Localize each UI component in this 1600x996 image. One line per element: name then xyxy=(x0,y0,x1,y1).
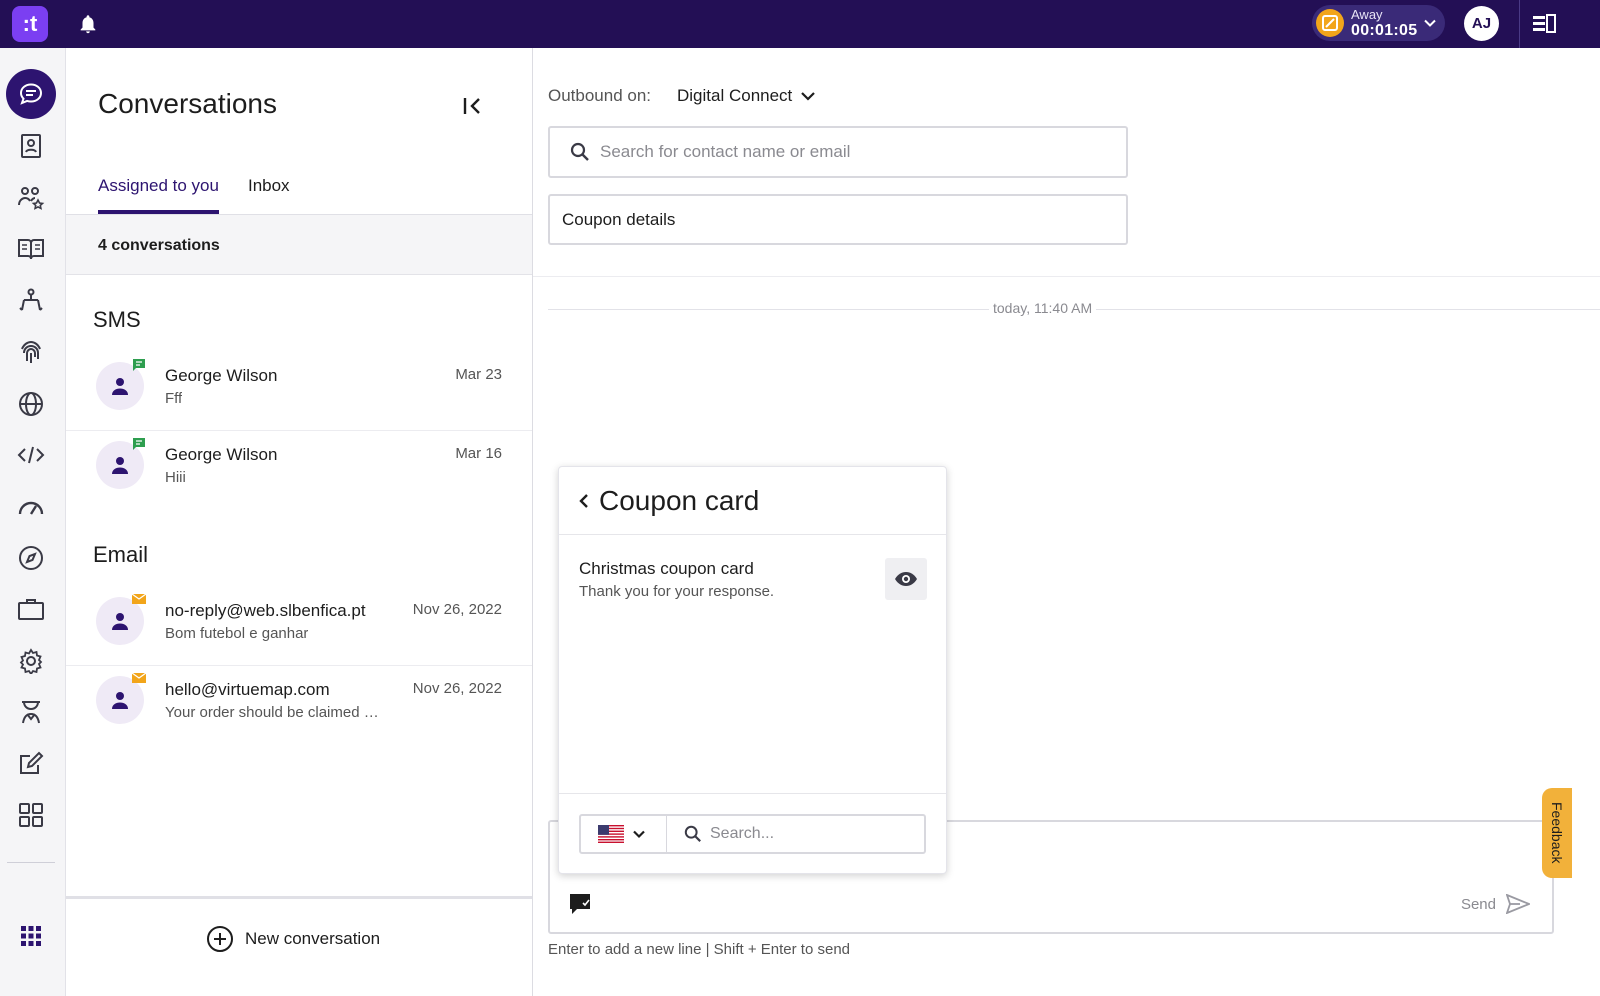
conversation-count: 4 conversations xyxy=(98,237,220,254)
conversation-date: Mar 23 xyxy=(455,366,502,383)
fingerprint-icon[interactable] xyxy=(6,328,56,376)
contact-search-input[interactable] xyxy=(600,142,1100,162)
new-conversation-bar: New conversation xyxy=(66,896,532,996)
coupon-item-title[interactable]: Christmas coupon card xyxy=(579,559,754,579)
message-timestamp: today, 11:40 AM xyxy=(989,300,1097,316)
chevron-left-icon[interactable] xyxy=(577,492,591,510)
edit-icon[interactable] xyxy=(6,740,56,788)
contact-name: no-reply@web.slbenfica.pt xyxy=(165,601,366,620)
nav-conversations[interactable] xyxy=(6,69,56,119)
coupon-search-field[interactable] xyxy=(666,814,926,854)
message-preview: Bom futebol e ganhar xyxy=(165,625,309,642)
contact-search-field[interactable] xyxy=(548,126,1128,178)
coupon-search-input[interactable] xyxy=(710,825,910,843)
bell-icon[interactable] xyxy=(77,12,99,36)
chevron-down-icon xyxy=(1423,16,1437,30)
feedback-label: Feedback xyxy=(1549,802,1565,864)
status-timer: 00:01:05 xyxy=(1351,21,1418,39)
collapse-panel-icon[interactable] xyxy=(461,94,485,118)
page-title: Conversations xyxy=(98,88,277,119)
knowledge-book-icon[interactable] xyxy=(6,225,56,273)
contact-name: George Wilson xyxy=(165,445,278,464)
us-flag-icon xyxy=(598,825,624,843)
gear-icon[interactable] xyxy=(6,637,56,685)
briefcase-icon[interactable] xyxy=(6,585,56,633)
coupon-card-popup: Coupon card Christmas coupon card Thank … xyxy=(558,466,947,874)
canned-response-icon[interactable] xyxy=(568,892,592,916)
conversation-row[interactable]: no-reply@web.slbenfica.pt Bom futebol e … xyxy=(66,587,532,666)
coupon-card-footer xyxy=(559,793,946,873)
outbound-label: Outbound on: xyxy=(548,86,652,105)
conversation-date: Nov 26, 2022 xyxy=(412,680,502,697)
agent-icon[interactable] xyxy=(6,688,56,736)
message-compose-area: Outbound on: Digital Connect today, 11:4… xyxy=(533,48,1600,996)
apps-grid-icon[interactable] xyxy=(6,912,56,960)
sms-channel-icon xyxy=(132,358,146,372)
search-icon xyxy=(570,142,589,161)
conversations-icon xyxy=(6,69,56,119)
message-preview: Hiii xyxy=(165,469,186,486)
send-label: Send xyxy=(1460,895,1496,913)
message-preview: Fff xyxy=(165,390,183,407)
app-logo[interactable]: :t xyxy=(12,6,48,42)
locale-select[interactable] xyxy=(579,814,667,854)
team-star-icon[interactable] xyxy=(6,174,56,222)
email-channel-icon xyxy=(132,672,146,684)
compass-icon[interactable] xyxy=(6,534,56,582)
new-conversation-label: New conversation xyxy=(245,929,381,948)
preview-coupon-button[interactable] xyxy=(885,558,927,600)
subject-field[interactable] xyxy=(548,194,1128,245)
conversation-date: Mar 16 xyxy=(455,445,502,462)
left-nav-rail xyxy=(0,48,66,996)
speedometer-icon[interactable] xyxy=(6,482,56,530)
user-avatar[interactable]: AJ xyxy=(1464,6,1499,41)
section-heading-sms: SMS xyxy=(93,307,141,332)
plus-circle-icon xyxy=(207,926,233,952)
conversation-row[interactable]: George Wilson Fff Mar 23 xyxy=(66,352,532,431)
conversation-count-bar: 4 conversations xyxy=(66,215,532,275)
outbound-channel-value: Digital Connect xyxy=(677,86,793,105)
topbar-divider xyxy=(1519,0,1520,48)
search-icon xyxy=(684,825,701,842)
message-preview: Your order should be claimed today xyxy=(165,704,381,721)
side-panel-toggle-icon[interactable] xyxy=(1531,12,1557,36)
dashboard-grid-icon[interactable] xyxy=(6,791,56,839)
conversation-tabs: Assigned to you Inbox xyxy=(98,176,319,214)
header-divider xyxy=(533,276,1600,277)
section-heading-email: Email xyxy=(93,542,149,567)
tab-inbox[interactable]: Inbox xyxy=(248,176,290,214)
email-channel-icon xyxy=(132,593,146,605)
agent-status-selector[interactable]: Away 00:01:05 xyxy=(1312,5,1445,41)
globe-icon[interactable] xyxy=(6,380,56,428)
send-button[interactable]: Send xyxy=(1461,894,1530,914)
outbound-channel-select[interactable]: Digital Connect xyxy=(677,86,816,106)
new-conversation-button[interactable]: New conversation xyxy=(206,925,380,953)
code-icon[interactable] xyxy=(6,431,56,479)
conversation-date: Nov 26, 2022 xyxy=(412,601,502,618)
contacts-book-icon[interactable] xyxy=(6,122,56,170)
send-icon xyxy=(1506,894,1530,914)
coupon-card-title: Coupon card xyxy=(599,484,760,516)
sms-channel-icon xyxy=(132,437,146,451)
contact-name: hello@virtuemap.com xyxy=(165,680,330,699)
contact-name: George Wilson xyxy=(165,366,278,385)
coupon-card-header: Coupon card xyxy=(559,467,946,535)
chevron-down-icon xyxy=(633,830,645,839)
rail-divider xyxy=(7,862,55,863)
subject-input[interactable] xyxy=(562,209,1112,230)
away-status-icon xyxy=(1316,9,1344,37)
top-bar: :t Away 00:01:05 AJ xyxy=(0,0,1600,48)
tab-assigned-to-you[interactable]: Assigned to you xyxy=(98,176,219,214)
composer-hint: Enter to add a new line | Shift + Enter … xyxy=(548,941,850,958)
conversations-panel: Conversations Assigned to you Inbox 4 co… xyxy=(66,48,533,996)
chevron-down-icon xyxy=(801,92,816,101)
conversation-row[interactable]: George Wilson Hiii Mar 16 xyxy=(66,431,532,510)
coupon-item-subtitle: Thank you for your response. xyxy=(579,583,775,600)
conversation-row[interactable]: hello@virtuemap.com Your order should be… xyxy=(66,666,532,745)
status-label: Away xyxy=(1351,6,1383,22)
flow-icon[interactable] xyxy=(6,277,56,325)
eye-icon xyxy=(895,572,917,586)
feedback-tab[interactable]: Feedback xyxy=(1542,788,1572,878)
